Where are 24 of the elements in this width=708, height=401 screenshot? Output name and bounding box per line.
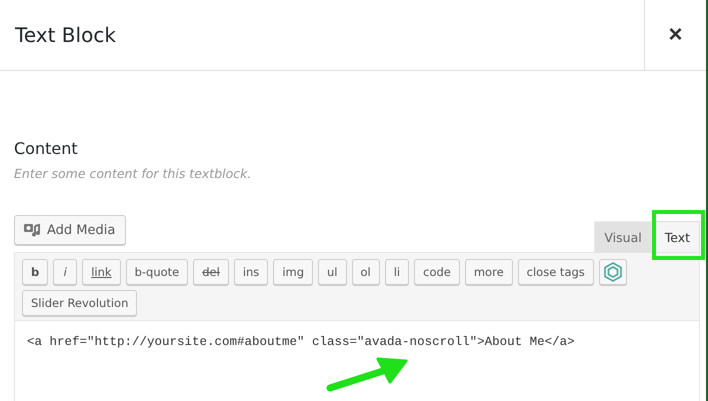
field-description: Enter some content for this textblock. bbox=[14, 166, 252, 181]
quicktag-button[interactable]: link bbox=[82, 259, 121, 285]
quicktag-button[interactable]: code bbox=[414, 259, 460, 285]
quicktag-button[interactable]: b bbox=[22, 259, 48, 285]
slider-button[interactable] bbox=[598, 259, 627, 285]
code-text: <a href="http://yoursite.com#aboutme" class="avada-noscroll">About Me</a> bbox=[27, 335, 576, 349]
editor-tab[interactable]: Text bbox=[654, 221, 700, 252]
quicktag-button[interactable]: ins bbox=[234, 259, 268, 285]
quicktag-button[interactable]: i bbox=[53, 259, 78, 285]
dialog-title: Text Block bbox=[14, 22, 117, 49]
quicktag-button[interactable]: close tags bbox=[518, 259, 594, 285]
quicktag-button[interactable]: img bbox=[273, 259, 314, 285]
quicktag-button[interactable]: del bbox=[193, 259, 229, 285]
quicktag-button[interactable]: ul bbox=[318, 259, 346, 285]
media-icon bbox=[23, 222, 41, 238]
field-label: Content bbox=[14, 139, 79, 158]
quicktag-button[interactable]: more bbox=[464, 259, 513, 285]
quicktag-button[interactable]: li bbox=[384, 259, 410, 285]
editor-tab[interactable]: Visual bbox=[594, 221, 652, 252]
quicktag-button[interactable]: ol bbox=[352, 259, 380, 285]
hexagon-icon bbox=[602, 262, 623, 282]
quicktag-button[interactable]: b-quote bbox=[126, 259, 188, 285]
quicktag-button[interactable]: Slider Revolution bbox=[22, 290, 138, 316]
add-media-button[interactable]: Add Media bbox=[14, 215, 126, 245]
